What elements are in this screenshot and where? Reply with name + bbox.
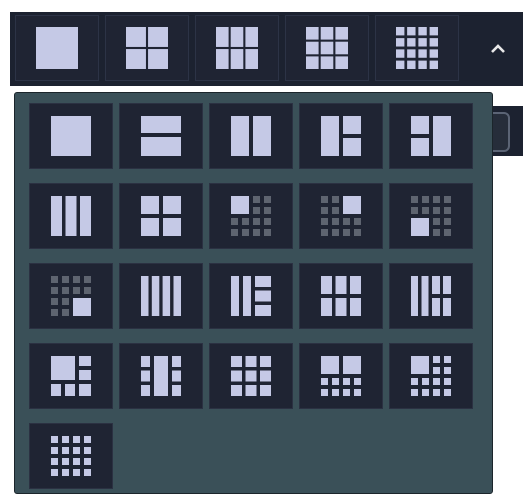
- chevron-up-icon: [491, 44, 505, 53]
- layout-dropdown-panel: [14, 92, 493, 494]
- layout-4x4-icon: [396, 27, 438, 69]
- layout-two-plus-four-icon: [411, 276, 451, 316]
- layout-big-bottom-left-button[interactable]: [389, 183, 473, 249]
- layout-3x2-icon: [216, 27, 258, 69]
- layout-one-plus-two-right-button[interactable]: [299, 103, 383, 169]
- layout-single-button[interactable]: [29, 103, 113, 169]
- layout-big-plus-seven-button[interactable]: [389, 343, 473, 409]
- toolbar-layout-3x2-button[interactable]: [195, 15, 279, 81]
- layout-four-by-four-button[interactable]: [29, 423, 113, 489]
- layout-center-plus-six-icon: [141, 356, 181, 396]
- layout-3x3-icon: [306, 27, 348, 69]
- layout-1x1-icon: [36, 27, 78, 69]
- layout-three-vertical-icon: [51, 196, 91, 236]
- layout-big-plus-seven-icon: [411, 356, 451, 396]
- layout-big-top-right-button[interactable]: [299, 183, 383, 249]
- toolbar-layout-4x4-button[interactable]: [375, 15, 459, 81]
- layout-two-plus-four-button[interactable]: [389, 263, 473, 329]
- layout-top-two-plus-eight-button[interactable]: [299, 343, 383, 409]
- layout-2x2-icon: [126, 27, 168, 69]
- layout-three-by-two-button[interactable]: [299, 263, 383, 329]
- layout-one-plus-five-button[interactable]: [29, 343, 113, 409]
- layout-big-bottom-left-icon: [411, 196, 451, 236]
- layout-four-vertical-button[interactable]: [119, 263, 203, 329]
- layout-one-plus-two-right-icon: [321, 116, 361, 156]
- layout-quad-icon: [141, 196, 181, 236]
- layout-one-plus-three-right-icon: [231, 276, 271, 316]
- layout-quad-button[interactable]: [119, 183, 203, 249]
- layout-four-vertical-icon: [141, 276, 181, 316]
- toolbar-layout-1x1-button[interactable]: [15, 15, 99, 81]
- layout-one-plus-five-icon: [51, 356, 91, 396]
- layout-toolbar: [10, 12, 523, 86]
- layout-big-bottom-right-icon: [51, 276, 91, 316]
- layout-two-left-plus-one-button[interactable]: [389, 103, 473, 169]
- layout-big-top-left-icon: [231, 196, 271, 236]
- layout-four-by-four-icon: [51, 436, 91, 476]
- layout-two-horizontal-icon: [141, 116, 181, 156]
- layout-top-two-plus-eight-icon: [321, 356, 361, 396]
- layout-big-top-left-button[interactable]: [209, 183, 293, 249]
- layout-big-top-right-icon: [321, 196, 361, 236]
- layout-two-vertical-icon: [231, 116, 271, 156]
- layout-two-left-plus-one-icon: [411, 116, 451, 156]
- collapse-button[interactable]: [478, 12, 518, 86]
- layout-big-bottom-right-button[interactable]: [29, 263, 113, 329]
- toolbar-layout-2x2-button[interactable]: [105, 15, 189, 81]
- layout-one-plus-three-right-button[interactable]: [209, 263, 293, 329]
- layout-three-by-three-button[interactable]: [209, 343, 293, 409]
- toolbar-layout-3x3-button[interactable]: [285, 15, 369, 81]
- layout-three-by-three-icon: [231, 356, 271, 396]
- layout-center-plus-six-button[interactable]: [119, 343, 203, 409]
- layout-three-vertical-button[interactable]: [29, 183, 113, 249]
- layout-two-vertical-button[interactable]: [209, 103, 293, 169]
- layout-three-by-two-icon: [321, 276, 361, 316]
- layout-single-icon: [51, 116, 91, 156]
- layout-two-horizontal-button[interactable]: [119, 103, 203, 169]
